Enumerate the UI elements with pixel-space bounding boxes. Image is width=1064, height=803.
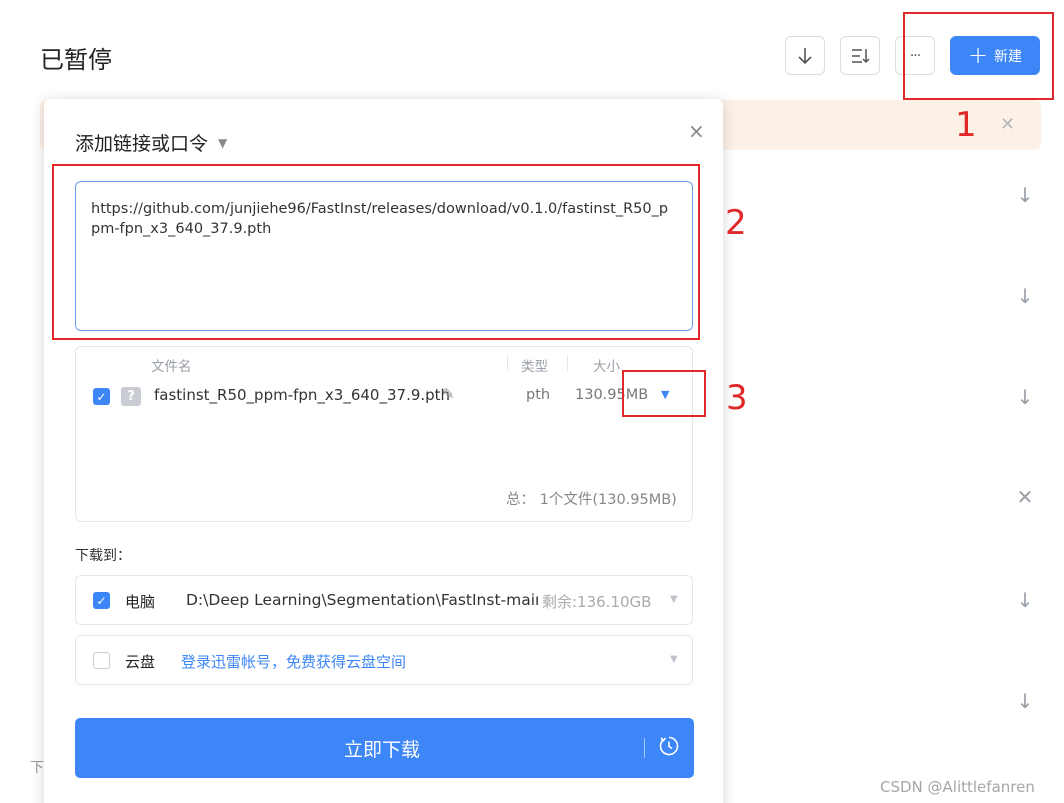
row-download-icon[interactable]: ↓: [1016, 689, 1034, 713]
schedule-clock-icon[interactable]: [658, 735, 680, 757]
button-divider: [644, 738, 645, 758]
caret-down-icon[interactable]: ▼: [670, 654, 678, 665]
watermark: CSDN @Alittlefanren: [880, 778, 1035, 796]
dialog-title-label: 添加链接或口令: [75, 133, 209, 155]
file-total-value: 1个文件(130.95MB): [539, 492, 677, 508]
close-icon[interactable]: ×: [688, 119, 705, 143]
row-download-icon[interactable]: ↓: [1016, 183, 1034, 207]
annotation-box-3: [622, 370, 706, 417]
page-title: 已暂停: [40, 46, 112, 74]
annotation-number-1: 1: [955, 105, 977, 145]
row-download-icon[interactable]: ↓: [1016, 588, 1034, 612]
file-type: pth: [526, 387, 551, 403]
unknown-file-icon: ?: [121, 387, 141, 406]
destination-name: 云盘: [125, 653, 156, 671]
caret-down-icon: ▼: [218, 135, 228, 150]
row-close-icon[interactable]: ✕: [1016, 485, 1034, 509]
row-download-icon[interactable]: ↓: [1016, 385, 1034, 409]
file-total-label: 总：: [506, 492, 535, 508]
column-header-type: 类型: [521, 359, 548, 375]
column-divider: [567, 355, 568, 371]
banner-close-icon[interactable]: ✕: [1000, 114, 1015, 135]
cloud-login-link[interactable]: 登录迅雷帐号，免费获得云盘空间: [181, 651, 406, 672]
column-header-name: 文件名: [151, 359, 192, 375]
app-page: 已暂停 ··· + 新建 ✕ ↓ ↓ ↓ ✕ ↓ ↓ 下 CSDN @Alitt…: [0, 0, 1064, 803]
sort-button[interactable]: [840, 36, 880, 75]
annotation-number-3: 3: [726, 378, 748, 418]
local-checkbox[interactable]: ✓: [93, 592, 110, 609]
file-checkbox[interactable]: ✓: [93, 388, 110, 405]
download-all-button[interactable]: [785, 36, 825, 75]
dialog-title[interactable]: 添加链接或口令 ▼: [75, 129, 227, 156]
cloud-checkbox[interactable]: [93, 652, 110, 669]
file-total: 总： 1个文件(130.95MB): [506, 488, 677, 509]
footer-partial-text: 下: [30, 760, 44, 776]
destination-local[interactable]: ✓ 电脑 D:\Deep Learning\Segmentation\FastI…: [75, 575, 693, 625]
column-divider: [507, 355, 508, 371]
download-now-label: 立即下载: [343, 739, 420, 761]
arrow-down-icon: [798, 47, 812, 64]
destination-path[interactable]: D:\Deep Learning\Segmentation\FastInst-m…: [186, 591, 538, 609]
annotation-number-2: 2: [725, 203, 747, 243]
download-to-label: 下载到：: [75, 548, 131, 564]
sort-list-icon: [852, 48, 870, 63]
row-download-icon[interactable]: ↓: [1016, 284, 1034, 308]
caret-down-icon[interactable]: ▼: [670, 594, 678, 605]
annotation-box-1: [903, 12, 1054, 100]
destination-name: 电脑: [125, 593, 156, 611]
file-list-panel: 文件名 类型 大小 ✓ ? fastinst_R50_ppm-fpn_x3_64…: [75, 346, 693, 522]
annotation-box-2: [52, 164, 700, 340]
download-now-button[interactable]: 立即下载: [75, 718, 694, 778]
edit-icon[interactable]: ✎: [442, 385, 455, 403]
file-name: fastinst_R50_ppm-fpn_x3_640_37.9.pth: [154, 386, 451, 404]
free-space: 剩余:136.10GB: [542, 593, 652, 611]
column-header-size: 大小: [593, 359, 620, 375]
destination-cloud[interactable]: 云盘 登录迅雷帐号，免费获得云盘空间 ▼: [75, 635, 693, 685]
